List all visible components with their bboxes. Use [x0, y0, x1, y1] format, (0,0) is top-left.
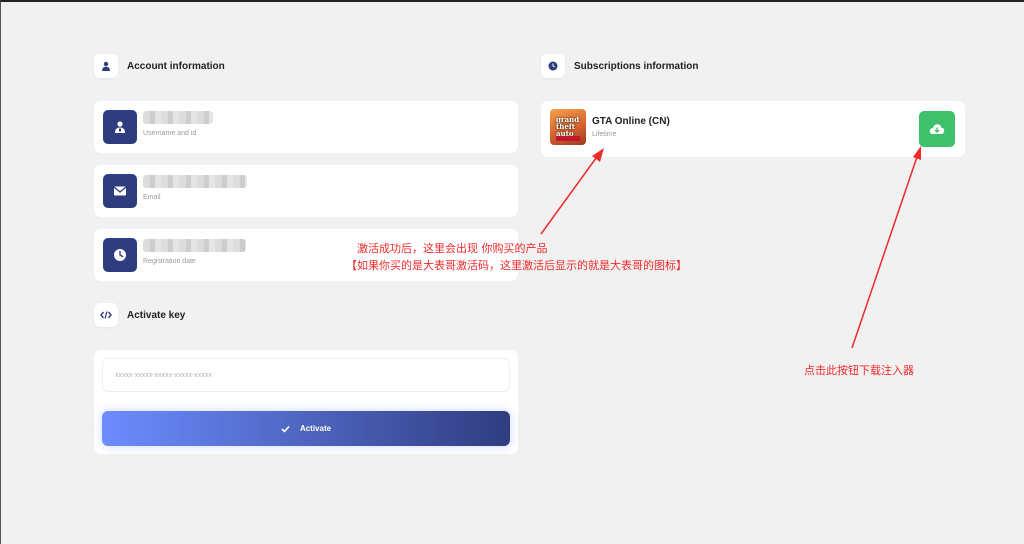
download-arrow-head: [913, 146, 921, 160]
annotation-arrows: [540, 146, 921, 349]
product-arrow-line: [540, 153, 600, 235]
annotation-product-line2: 【如果你买的是大表哥激活码，这里激活后显示的就是大表哥的图标】: [346, 259, 687, 272]
download-arrow-line: [851, 153, 919, 349]
annotation-download: 点击此按钮下载注入器: [804, 364, 914, 377]
annotation-product-line1: 激活成功后，这里会出现 你购买的产品: [357, 242, 548, 255]
